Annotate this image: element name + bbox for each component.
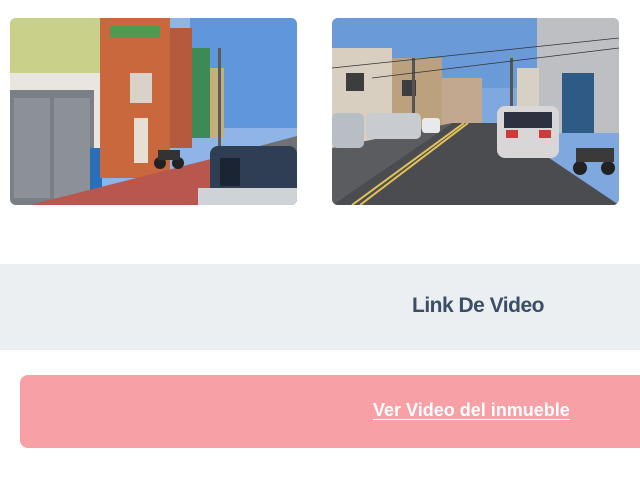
property-photo-left[interactable]	[10, 18, 297, 205]
video-section-header: Link De Video	[0, 264, 640, 350]
property-photo-right[interactable]	[332, 18, 619, 205]
facade-image	[10, 18, 297, 205]
street-image	[332, 18, 619, 205]
property-page: Link De Video Ver Video del inmueble	[0, 0, 640, 501]
watch-video-button[interactable]: Ver Video del inmueble	[20, 375, 640, 448]
video-section-title: Link De Video	[412, 294, 544, 317]
watch-video-link[interactable]: Ver Video del inmueble	[373, 400, 570, 421]
